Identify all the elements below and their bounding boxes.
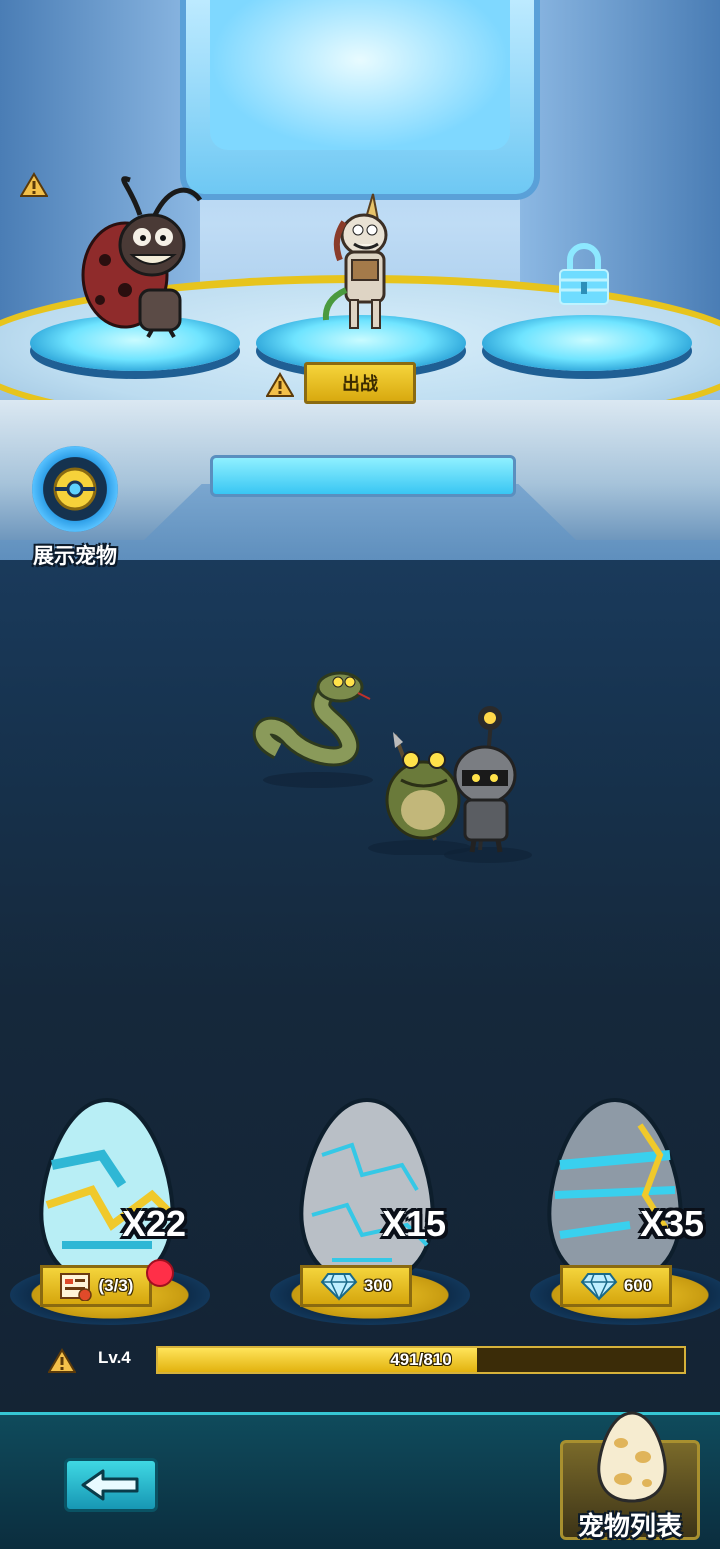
level-progress-bar: 491/810 — [156, 1346, 686, 1374]
showcase-pets-button[interactable] — [32, 446, 118, 532]
knight-pet[interactable] — [440, 700, 535, 865]
pet-list-label: 宠物列表 — [577, 1511, 682, 1541]
egg-cost: 300 — [363, 1276, 393, 1295]
warning-icon[interactable] — [266, 372, 294, 398]
back-arrow-icon — [81, 1469, 139, 1501]
egg-3-buy-button[interactable]: 600 — [560, 1265, 672, 1307]
egg-icon — [597, 1411, 667, 1503]
room-ledge-light — [210, 455, 516, 497]
egg-slot-1[interactable]: X22 (3/3) — [10, 1095, 210, 1325]
lock-icon — [559, 243, 609, 305]
level-label: Lv.4 — [98, 1348, 131, 1367]
egg-cost: (3/3) — [98, 1276, 134, 1295]
ladybug-pet[interactable] — [80, 175, 210, 340]
egg-count: X15 — [382, 1203, 447, 1244]
diamond-icon — [320, 1273, 358, 1301]
egg-2-buy-button[interactable]: 300 — [300, 1265, 412, 1307]
warning-icon[interactable] — [20, 172, 48, 198]
room-wall-right — [520, 0, 720, 330]
showcase-pets-label: 展示宠物 — [33, 545, 117, 568]
back-button[interactable] — [64, 1458, 158, 1512]
egg-2-icon — [299, 1097, 435, 1285]
egg-slot-2[interactable]: X15 300 — [270, 1095, 470, 1325]
diamond-icon — [580, 1273, 618, 1301]
level-progress-text: 491/810 — [390, 1350, 452, 1369]
notification-dot — [146, 1259, 174, 1287]
snake-pet[interactable] — [248, 665, 378, 795]
egg-1-open-button[interactable]: (3/3) — [40, 1265, 152, 1307]
pedestal-slot-3[interactable] — [482, 315, 692, 371]
egg-slot-3[interactable]: X35 600 — [530, 1095, 720, 1325]
ticket-icon — [59, 1273, 92, 1301]
egg-1-icon — [39, 1097, 175, 1285]
egg-count: X35 — [640, 1203, 705, 1244]
egg-count: X22 — [122, 1203, 187, 1244]
pokeball-icon — [53, 467, 97, 511]
warning-icon[interactable] — [48, 1348, 76, 1374]
room-door-light — [210, 0, 510, 150]
unicorn-pet[interactable] — [318, 190, 408, 335]
deploy-badge[interactable]: 出战 — [304, 362, 416, 404]
egg-3-icon — [547, 1097, 683, 1285]
egg-cost: 600 — [623, 1276, 653, 1295]
